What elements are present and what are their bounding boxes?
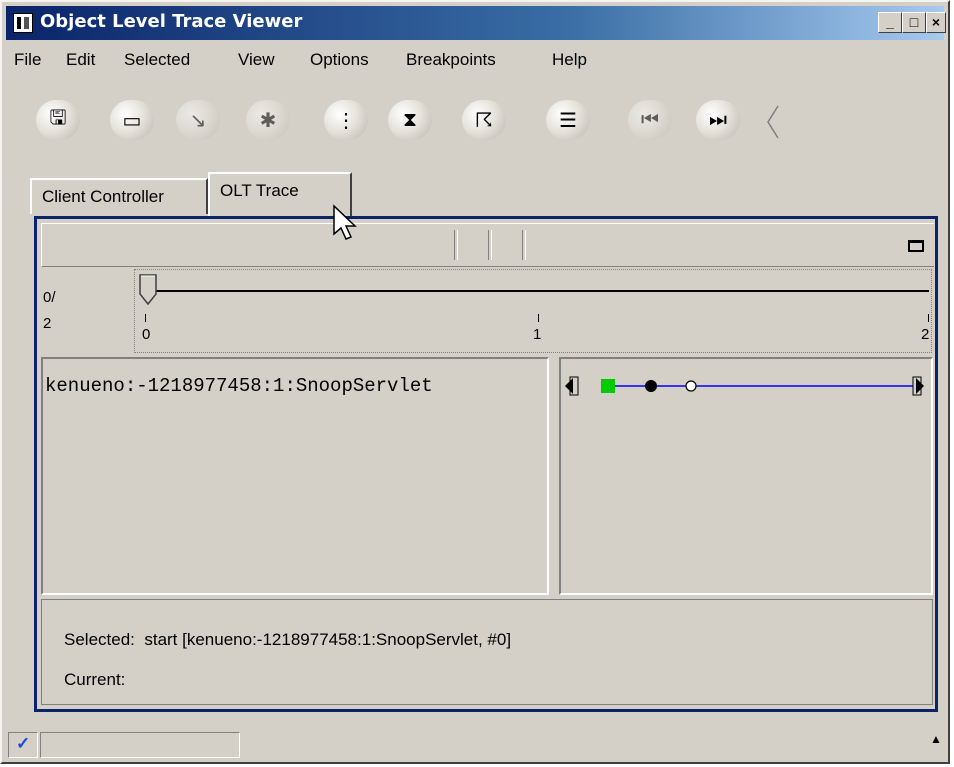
trace-graph xyxy=(565,376,924,396)
timeline-track xyxy=(153,290,929,292)
status-bar: ✓ ▲ xyxy=(6,726,944,760)
menu-breakpoints[interactable]: Breakpoints xyxy=(406,50,496,70)
menu-options[interactable]: Options xyxy=(310,50,369,70)
toolbar-chevron-icon xyxy=(767,105,779,139)
minimize-button[interactable]: _ xyxy=(878,12,902,33)
first-icon[interactable]: ⏮ xyxy=(628,100,672,140)
scroll-left-icon xyxy=(565,378,573,394)
tick-label: 2 xyxy=(921,326,930,343)
tick-mark xyxy=(145,314,146,322)
selected-value: start [kenueno:-1218977458:1:SnoopServle… xyxy=(144,630,512,649)
mouse-pointer-icon xyxy=(333,204,357,240)
status-panel: Selected: start [kenueno:-1218977458:1:S… xyxy=(41,599,933,705)
close-button[interactable]: × xyxy=(926,12,946,33)
object-list-pane: kenueno:-1218977458:1:SnoopServlet xyxy=(41,357,549,595)
check-icon: ✓ xyxy=(16,734,31,753)
trace-graph-pane xyxy=(559,357,933,595)
olt-trace-panel: 0/ 2 0 1 2 kenueno:-1218977458:1:SnoopSe… xyxy=(34,216,938,712)
toolbar: 🖫 ▭ ↘ ✱ ⋮ ⧗ ☈ ☰ ⏮ ⏭ xyxy=(6,86,944,156)
selected-label: Selected: xyxy=(64,630,135,649)
save-icon[interactable]: 🖫 xyxy=(36,100,80,140)
timeline-ruler[interactable]: 0 1 2 xyxy=(134,269,932,353)
title-bar[interactable]: Object Level Trace Viewer _ □ × xyxy=(6,6,946,40)
scroll-up-icon[interactable]: ▲ xyxy=(930,732,942,746)
selected-line: Selected: start [kenueno:-1218977458:1:S… xyxy=(64,630,511,650)
column-divider[interactable] xyxy=(522,230,526,260)
status-cell xyxy=(40,732,240,758)
menu-file[interactable]: File xyxy=(14,50,41,70)
step-icon[interactable]: ↘ xyxy=(176,100,220,140)
current-line: Current: xyxy=(64,670,125,690)
app-icon[interactable] xyxy=(13,13,33,33)
header-bar xyxy=(41,223,934,267)
timeline: 0/ 2 0 1 2 xyxy=(39,267,934,353)
menu-selected[interactable]: Selected xyxy=(124,50,190,70)
list-icon[interactable]: ☰ xyxy=(546,100,590,140)
debug-icon[interactable]: ✱ xyxy=(246,100,290,140)
tab-olt-trace[interactable]: OLT Trace xyxy=(208,172,352,216)
last-icon[interactable]: ⏭ xyxy=(696,100,740,140)
position-label: 0/ xyxy=(43,289,56,306)
current-label: Current: xyxy=(64,670,126,689)
event-node xyxy=(645,380,657,392)
status-check-cell: ✓ xyxy=(8,732,38,758)
menu-edit[interactable]: Edit xyxy=(66,50,95,70)
hourglass-icon[interactable]: ⧗ xyxy=(388,100,432,140)
tree-icon[interactable]: ⋮ xyxy=(324,100,368,140)
tick-mark xyxy=(538,314,539,322)
column-divider[interactable] xyxy=(488,230,492,260)
tick-label: 1 xyxy=(533,326,542,343)
window-title: Object Level Trace Viewer xyxy=(40,11,303,32)
main-window: Object Level Trace Viewer _ □ × File Edi… xyxy=(0,0,950,764)
maximize-button[interactable]: □ xyxy=(902,12,926,33)
tick-label: 0 xyxy=(142,326,151,343)
dialog-icon[interactable]: ▭ xyxy=(110,100,154,140)
menu-help[interactable]: Help xyxy=(552,50,587,70)
maximize-pane-icon[interactable] xyxy=(908,240,924,252)
status-cell xyxy=(242,732,932,758)
position-total: 2 xyxy=(43,315,52,332)
menu-view[interactable]: View xyxy=(238,50,275,70)
column-divider[interactable] xyxy=(454,230,458,260)
run-icon[interactable]: ☈ xyxy=(462,100,506,140)
tick-mark xyxy=(928,314,929,322)
pending-node xyxy=(685,380,697,392)
timeline-slider-thumb[interactable] xyxy=(139,274,157,306)
start-node xyxy=(601,379,615,393)
scroll-right-icon xyxy=(916,378,924,394)
object-name[interactable]: kenueno:-1218977458:1:SnoopServlet xyxy=(45,375,433,397)
tab-client-controller[interactable]: Client Controller xyxy=(30,178,208,214)
